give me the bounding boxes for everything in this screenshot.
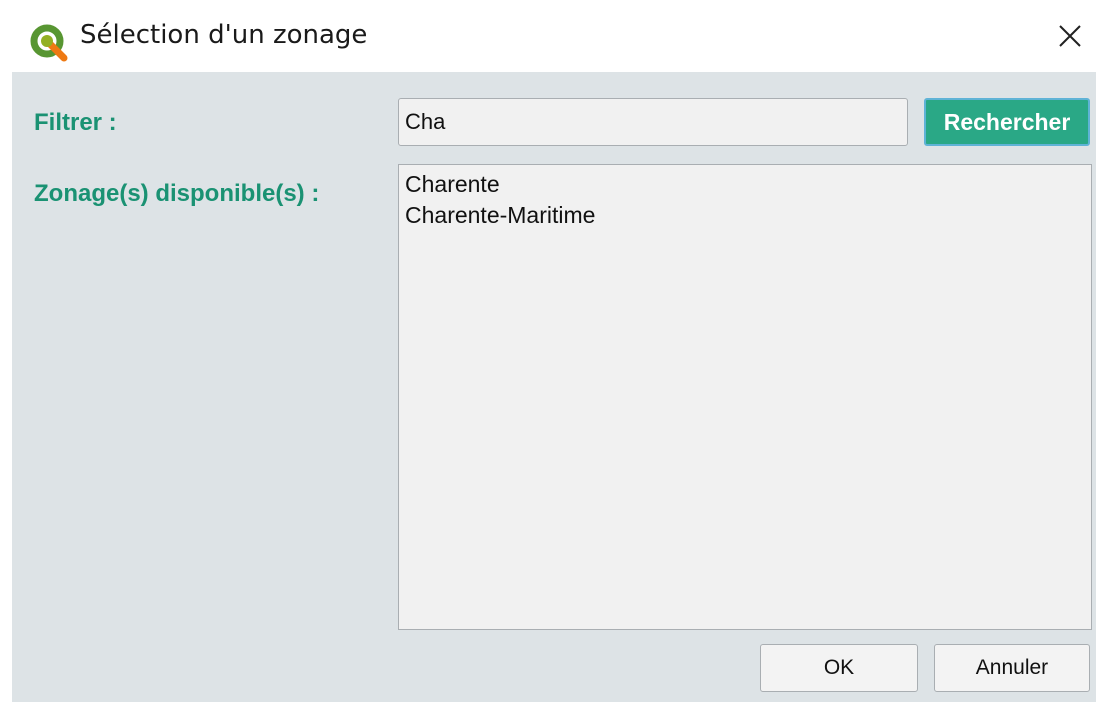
dialog-body: Filtrer : Rechercher Zonage(s) disponibl… — [12, 72, 1096, 702]
filter-label: Filtrer : — [34, 109, 117, 136]
list-item-charente[interactable]: Charente — [405, 169, 1091, 200]
window-title: Sélection d'un zonage — [80, 20, 368, 50]
close-icon[interactable] — [1050, 18, 1090, 54]
ok-button[interactable]: OK — [760, 644, 918, 692]
qgis-logo-icon — [30, 24, 68, 62]
list-item-charente-maritime[interactable]: Charente-Maritime — [405, 200, 1091, 231]
zonage-list[interactable]: Charente Charente-Maritime — [398, 164, 1092, 630]
title-bar: Sélection d'un zonage — [0, 0, 1096, 72]
filter-input[interactable] — [398, 98, 908, 146]
zonages-label: Zonage(s) disponible(s) : — [34, 180, 320, 207]
search-button[interactable]: Rechercher — [924, 98, 1090, 146]
zonage-dialog: Sélection d'un zonage Filtrer : Recherch… — [0, 0, 1096, 702]
cancel-button[interactable]: Annuler — [934, 644, 1090, 692]
